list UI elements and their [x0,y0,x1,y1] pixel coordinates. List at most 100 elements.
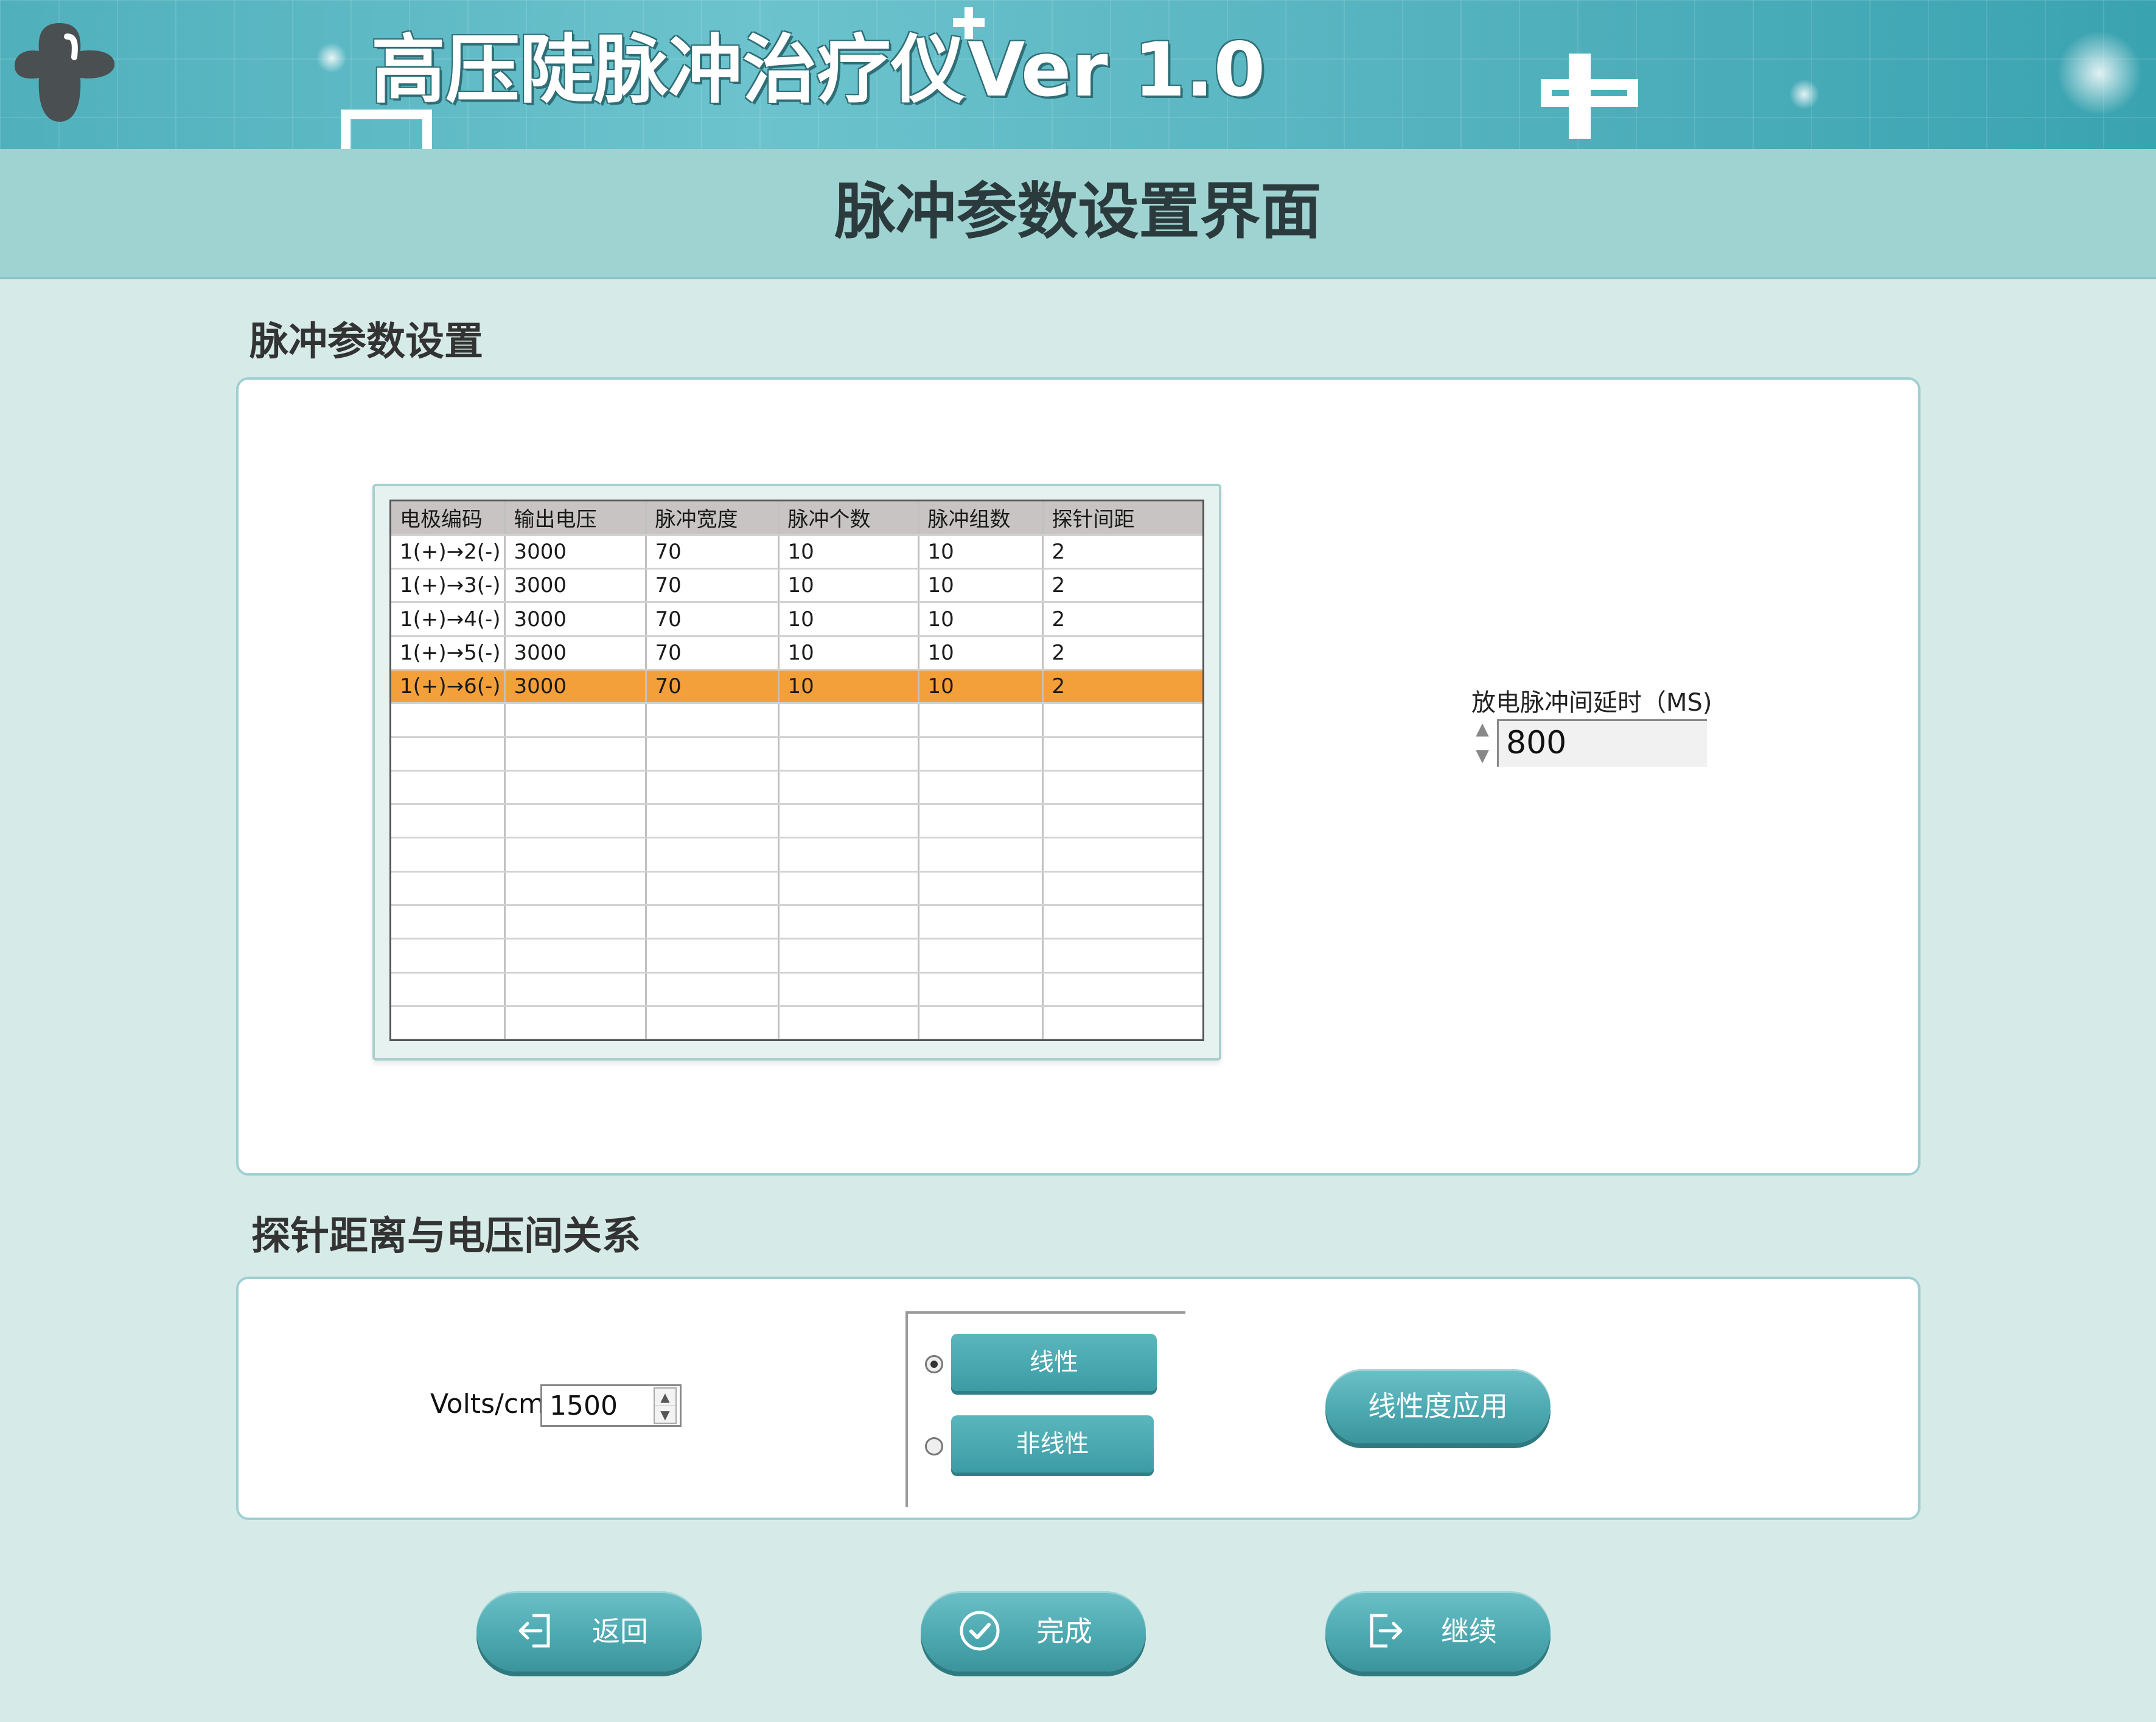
table-cell[interactable] [391,905,506,940]
table-cell[interactable] [504,837,647,873]
table-cell[interactable] [918,905,1044,940]
table-cell[interactable] [778,905,919,940]
table-cell[interactable]: 10 [918,535,1044,570]
table-cell[interactable] [778,871,919,907]
table-cell[interactable] [778,703,919,738]
table-cell[interactable] [918,837,1044,873]
table-cell[interactable] [778,770,919,806]
table-cell[interactable] [1042,770,1202,806]
table-cell[interactable] [504,770,647,806]
table-cell[interactable] [1042,905,1202,940]
table-cell[interactable] [504,972,647,1007]
table-cell[interactable] [646,972,780,1007]
table-cell[interactable]: 3000 [504,602,647,637]
table-cell[interactable] [918,938,1044,974]
column-header[interactable]: 输出电压 [504,501,647,536]
table-row[interactable]: 1(+)→5(-) 3000 70 10 10 2 [391,636,1202,671]
table-cell[interactable]: 10 [918,602,1044,637]
table-cell[interactable]: 70 [646,568,780,604]
delay-input[interactable]: 800 [1497,719,1707,767]
stepper-up-icon[interactable]: ▲ [1471,718,1493,740]
table-cell[interactable] [646,703,780,738]
stepper-down-icon[interactable]: ▼ [1471,745,1493,767]
table-row[interactable]: 1(+)→4(-) 3000 70 10 10 2 [391,602,1202,637]
table-cell[interactable] [778,737,919,772]
radio-linear[interactable] [925,1355,943,1373]
apply-linearity-button[interactable]: 线性度应用 [1325,1369,1551,1443]
table-row-empty[interactable] [391,938,1202,974]
table-cell[interactable]: 10 [918,568,1044,604]
table-row-empty[interactable] [391,804,1202,839]
table-cell[interactable]: 2 [1042,568,1202,604]
column-header[interactable]: 脉冲个数 [778,501,919,536]
table-cell[interactable] [391,1006,506,1039]
column-header[interactable]: 脉冲宽度 [646,501,780,536]
table-cell[interactable] [1042,837,1202,873]
back-button[interactable]: 返回 [476,1591,702,1671]
table-cell[interactable] [504,737,647,772]
table-cell[interactable] [1042,871,1202,907]
table-cell[interactable]: 70 [646,636,780,671]
table-cell[interactable] [646,905,780,940]
table-cell[interactable]: 10 [778,535,919,570]
radio-nonlinear[interactable] [925,1437,943,1455]
table-cell[interactable]: 1(+)→2(-) [391,535,506,570]
table-cell[interactable] [391,837,506,873]
table-cell[interactable] [1042,737,1202,772]
table-cell[interactable]: 1(+)→6(-) [391,669,506,705]
table-cell[interactable] [391,703,506,738]
pulse-parameter-table[interactable]: 电极编码 输出电压 脉冲宽度 脉冲个数 脉冲组数 探针间距 1(+)→2(-) … [389,500,1204,1041]
table-cell[interactable]: 2 [1042,669,1202,705]
table-cell[interactable] [646,770,780,806]
column-header[interactable]: 电极编码 [391,501,506,536]
table-cell[interactable]: 10 [778,636,919,671]
table-cell[interactable]: 2 [1042,602,1202,637]
stepper-down-icon[interactable]: ▼ [655,1406,675,1423]
table-cell[interactable]: 3000 [504,636,647,671]
table-cell[interactable] [504,871,647,907]
table-cell[interactable]: 10 [778,602,919,637]
table-cell[interactable] [646,737,780,772]
table-cell[interactable]: 70 [646,602,780,637]
table-row-empty[interactable] [391,972,1202,1007]
table-cell[interactable] [391,804,506,839]
table-cell[interactable] [918,972,1044,1007]
table-row-selected[interactable]: 1(+)→6(-) 3000 70 10 10 2 [391,669,1202,705]
table-cell[interactable] [1042,972,1202,1007]
table-cell[interactable] [918,804,1044,839]
table-cell[interactable] [646,1006,780,1039]
table-cell[interactable] [918,737,1044,772]
table-cell[interactable]: 3000 [504,535,647,570]
table-row[interactable]: 1(+)→3(-) 3000 70 10 10 2 [391,568,1202,604]
table-cell[interactable]: 1(+)→5(-) [391,636,506,671]
table-cell[interactable] [918,1006,1044,1039]
table-cell[interactable]: 10 [778,568,919,604]
table-cell[interactable] [504,1006,647,1039]
volts-stepper[interactable]: ▲ ▼ [654,1387,677,1424]
table-cell[interactable] [646,804,780,839]
table-cell[interactable]: 1(+)→4(-) [391,602,506,637]
table-cell[interactable] [778,972,919,1007]
nonlinear-option-button[interactable]: 非线性 [951,1415,1154,1473]
table-cell[interactable] [778,837,919,873]
table-cell[interactable] [391,871,506,907]
table-cell[interactable] [646,938,780,974]
table-row[interactable]: 1(+)→2(-) 3000 70 10 10 2 [391,535,1202,570]
table-cell[interactable]: 2 [1042,535,1202,570]
table-row-empty[interactable] [391,837,1202,873]
table-cell[interactable] [504,703,647,738]
table-cell[interactable]: 10 [778,669,919,705]
table-cell[interactable]: 3000 [504,669,647,705]
table-row-empty[interactable] [391,737,1202,772]
table-cell[interactable] [918,871,1044,907]
table-cell[interactable] [918,770,1044,806]
table-cell[interactable] [391,938,506,974]
table-cell[interactable] [646,871,780,907]
table-cell[interactable] [504,938,647,974]
table-cell[interactable] [778,1006,919,1039]
table-cell[interactable]: 70 [646,669,780,705]
table-cell[interactable] [918,703,1044,738]
column-header[interactable]: 脉冲组数 [918,501,1044,536]
table-row-empty[interactable] [391,703,1202,738]
table-cell[interactable] [504,804,647,839]
